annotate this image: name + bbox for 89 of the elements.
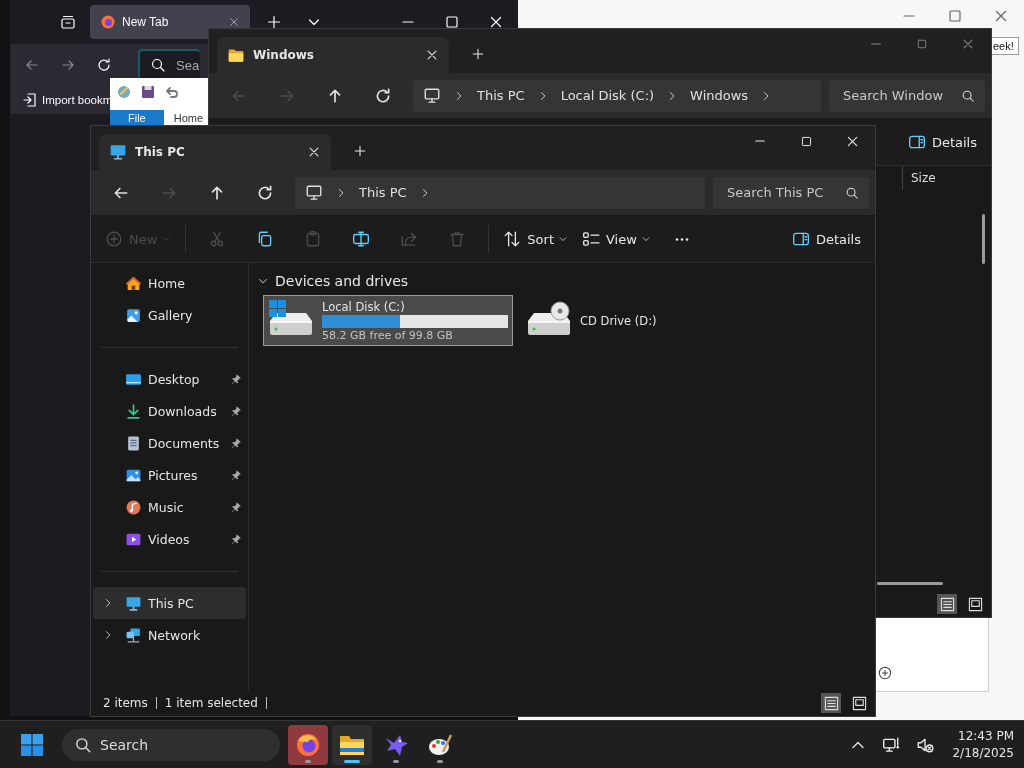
seek-button[interactable]: eek! (992, 37, 1019, 55)
pin-icon[interactable] (230, 437, 242, 449)
details-pane-icon (791, 230, 810, 248)
clock[interactable]: 12:43 PM 2/18/2025 (952, 727, 1014, 762)
pin-icon[interactable] (230, 373, 242, 385)
sort-button[interactable]: Sort (497, 222, 574, 256)
column-header[interactable]: Size (902, 166, 983, 190)
browser-icon (295, 731, 321, 758)
new-tab-icon[interactable] (353, 144, 367, 158)
maximize-icon[interactable] (444, 14, 460, 30)
clock-date: 2/18/2025 (952, 744, 1014, 762)
download-icon (125, 402, 142, 420)
refresh-icon[interactable] (96, 57, 112, 73)
computer-icon (125, 594, 142, 612)
folder-icon (227, 46, 245, 64)
clock-time: 12:43 PM (958, 727, 1014, 745)
tab-title: This PC (135, 145, 185, 159)
network-icon (125, 626, 142, 644)
music-icon (125, 498, 142, 516)
sidebar-item[interactable]: Downloads (93, 395, 246, 427)
breadcrumb-item[interactable]: Windows (690, 88, 749, 103)
start-icon[interactable] (20, 732, 44, 757)
breadcrumb-item[interactable]: This PC (359, 185, 407, 200)
sidebar-item[interactable]: Network (93, 619, 246, 651)
tab-title: New Tab (122, 15, 169, 29)
close-icon[interactable] (307, 145, 321, 159)
drive-name: Local Disk (C:) (322, 299, 406, 314)
search-field[interactable]: Search (62, 728, 280, 761)
sidebar-item[interactable]: Desktop (93, 363, 246, 395)
breadcrumb-item[interactable]: Local Disk (C:) (560, 88, 655, 103)
monitor-icon (423, 86, 441, 105)
caret-icon (640, 234, 651, 244)
item-count: 2 items (103, 696, 148, 710)
sidebar-item[interactable]: Documents (93, 427, 246, 459)
search-icon (845, 185, 859, 200)
search-icon (150, 57, 166, 73)
network-icon[interactable] (882, 735, 901, 754)
drive-tile[interactable]: Local Disk (C:) 58.2 GB free of 99.8 GB (263, 295, 513, 346)
close-icon[interactable] (488, 14, 504, 30)
pin-icon[interactable] (230, 469, 242, 481)
search-field[interactable]: Search This PC (713, 176, 869, 209)
monitor-icon (305, 183, 323, 202)
tab-list-icon[interactable] (60, 14, 76, 30)
details-button[interactable]: Details (901, 125, 983, 159)
sidebar-item[interactable]: This PC (93, 587, 246, 619)
sidebar-item[interactable]: Videos (93, 523, 246, 555)
browser-tab[interactable]: New Tab (90, 5, 250, 39)
search-icon (961, 88, 975, 103)
computer-icon (109, 143, 127, 161)
breadcrumb-item[interactable]: This PC (477, 88, 525, 103)
tab-title: Windows (253, 48, 314, 62)
search-icon (74, 735, 92, 754)
selection-count: 1 item selected (164, 696, 258, 710)
new-tab-icon[interactable] (471, 47, 485, 61)
scrollbar[interactable] (877, 582, 943, 585)
drive-name: CD Drive (D:) (580, 313, 658, 328)
address-bar[interactable]: This PC (295, 176, 705, 209)
section-header[interactable]: Devices and drives (257, 269, 409, 293)
sidebar-item[interactable]: Home (93, 267, 246, 299)
sidebar-item[interactable]: Gallery (93, 299, 246, 331)
view-button[interactable]: View (576, 222, 657, 256)
drive-space: 58.2 GB free of 99.8 GB (322, 328, 454, 342)
ribbon-tab[interactable]: Home (163, 110, 204, 126)
sidebar-item[interactable]: Pictures (93, 459, 246, 491)
taskbar-app[interactable] (332, 724, 372, 765)
home-icon (125, 274, 142, 292)
caret-icon (558, 234, 568, 244)
search-field[interactable]: Sea (138, 49, 200, 81)
search-field[interactable]: Search Window (829, 79, 985, 112)
address-bar[interactable]: This PC Local Disk (C:) Windows (413, 79, 821, 112)
window-tab[interactable]: This PC (99, 134, 331, 170)
sidebar-item[interactable]: Music (93, 491, 246, 523)
scrollbar[interactable] (982, 214, 985, 264)
window-tab[interactable]: Windows (217, 37, 449, 73)
import-icon (22, 92, 38, 108)
details-pane-icon[interactable] (937, 594, 957, 614)
pin-icon[interactable] (230, 501, 242, 513)
pin-icon[interactable] (230, 533, 242, 545)
gallery-icon (125, 306, 142, 324)
taskbar-app[interactable] (288, 724, 328, 765)
browser-icon (100, 14, 116, 30)
details-pane-icon[interactable] (821, 693, 841, 713)
ribbon-tab[interactable]: File (110, 110, 164, 126)
details-pane-icon (907, 133, 926, 151)
details-button[interactable]: Details (785, 222, 867, 256)
close-icon[interactable] (425, 48, 439, 62)
drive-tile[interactable]: CD Drive (D:) (521, 295, 771, 346)
pin-icon[interactable] (230, 405, 242, 417)
document-icon (125, 434, 142, 452)
